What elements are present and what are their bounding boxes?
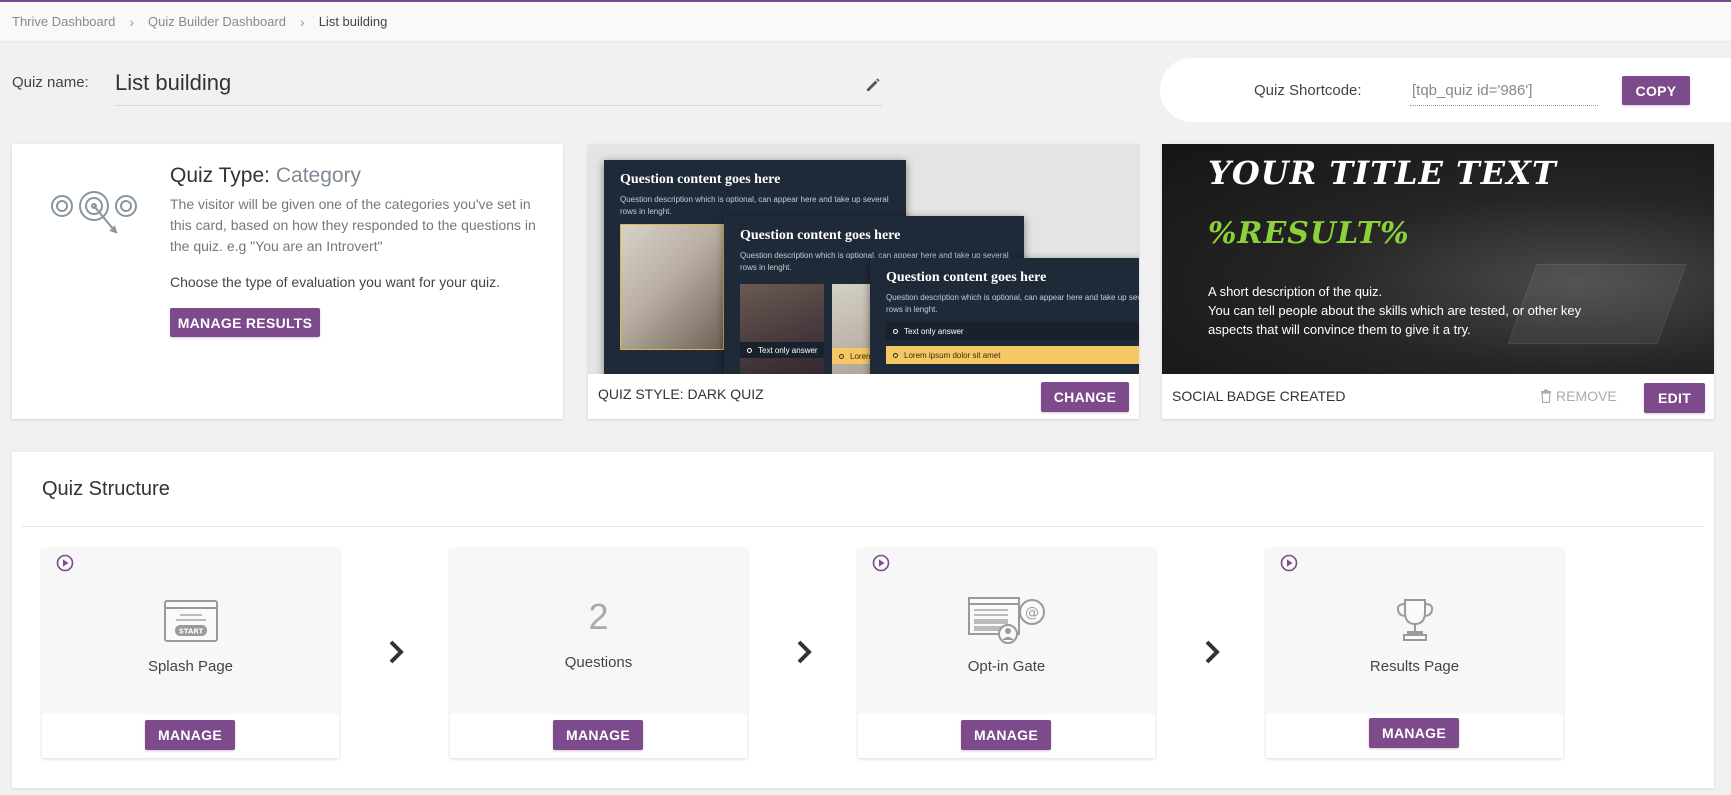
remove-label: REMOVE [1556, 388, 1617, 404]
structure-card-label: Opt-in Gate [967, 658, 1046, 675]
svg-text:START: START [178, 628, 203, 636]
quiz-preview-image [620, 224, 724, 350]
manage-questions-button[interactable]: MANAGE [553, 720, 643, 750]
social-badge-preview: YOUR TITLE TEXT %RESULT% A short descrip… [1162, 144, 1714, 374]
quiz-preview-question-title: Question content goes here [886, 270, 1047, 285]
quiz-preview-panel: Question content goes here Question desc… [870, 258, 1139, 374]
quiz-type-card: Quiz Type: Category The visitor will be … [12, 144, 563, 419]
breadcrumb-separator: › [129, 13, 134, 30]
quiz-name-field[interactable]: List building [115, 64, 882, 106]
optin-gate-icon: @ [967, 597, 1045, 644]
manage-splash-button[interactable]: MANAGE [145, 720, 235, 750]
breadcrumb-current: List building [318, 14, 388, 29]
quiz-preview-question-desc: Question description which is optional, … [886, 293, 1139, 314]
quiz-style-preview: Question content goes here Question desc… [588, 144, 1139, 374]
shortcode-label: Quiz Shortcode: [1254, 82, 1362, 99]
svg-text:@: @ [1025, 605, 1039, 621]
shortcode-panel: Quiz Shortcode: [tqb_quiz id='986'] COPY [1160, 58, 1731, 122]
quiz-style-label: QUIZ STYLE: DARK QUIZ [598, 386, 764, 402]
structure-card-optin: @ Opt-in Gate MANAGE [858, 548, 1155, 758]
questions-count: 2 [588, 596, 609, 637]
shortcode-field[interactable]: [tqb_quiz id='986'] [1410, 74, 1598, 106]
badge-description: A short description of the quiz. You can… [1208, 284, 1582, 337]
structure-card-questions: 2 Questions MANAGE [450, 548, 747, 758]
target-arrow-icon [51, 191, 137, 234]
divider [22, 526, 1704, 527]
quiz-preview-answer-selected: Lorem ipsum dolor sit amet [886, 346, 1139, 364]
breadcrumb: Thrive Dashboard › Quiz Builder Dashboar… [0, 2, 1731, 42]
badge-result-text: %RESULT% [1208, 216, 1410, 251]
chevron-right-icon [797, 640, 812, 664]
quiz-type-description: The visitor will be given one of the cat… [170, 196, 536, 254]
social-badge-card: YOUR TITLE TEXT %RESULT% A short descrip… [1162, 144, 1714, 419]
copy-shortcode-button[interactable]: COPY [1622, 76, 1690, 105]
breadcrumb-quiz-builder-dashboard[interactable]: Quiz Builder Dashboard [148, 14, 286, 29]
chevron-right-icon [1205, 640, 1220, 664]
structure-card-results: Results Page MANAGE [1266, 548, 1563, 758]
manage-results-button[interactable]: MANAGE RESULTS [170, 308, 320, 337]
structure-card-splash: START Splash Page MANAGE [42, 548, 339, 758]
quiz-type-title: Quiz Type: Category [170, 164, 361, 188]
quiz-preview-image [740, 284, 824, 374]
quiz-preview-answer: Text only answer [740, 342, 824, 358]
chevron-right-icon [389, 640, 404, 664]
remove-badge-button[interactable]: REMOVE [1540, 388, 1617, 404]
play-icon[interactable] [1280, 554, 1298, 572]
breadcrumb-separator: › [300, 13, 305, 30]
manage-results-page-button[interactable]: MANAGE [1369, 718, 1459, 748]
quiz-type-choose-text: Choose the type of evaluation you want f… [170, 274, 500, 290]
trash-icon [1541, 389, 1551, 403]
trophy-icon [1396, 599, 1433, 641]
structure-card-label: Splash Page [147, 658, 234, 675]
badge-title-text: YOUR TITLE TEXT [1208, 154, 1557, 192]
change-style-button[interactable]: CHANGE [1041, 382, 1129, 412]
quiz-style-card: Question content goes here Question desc… [588, 144, 1139, 419]
breadcrumb-thrive-dashboard[interactable]: Thrive Dashboard [12, 14, 115, 29]
quiz-preview-question-desc: Question description which is optional, … [620, 195, 889, 216]
quiz-name-value: List building [115, 70, 232, 95]
quiz-name-label: Quiz name: [12, 74, 89, 91]
pencil-icon[interactable] [864, 76, 882, 94]
social-badge-label: SOCIAL BADGE CREATED [1172, 388, 1346, 404]
quiz-structure-panel: Quiz Structure START Splash Page MANAGE … [12, 452, 1714, 788]
play-icon[interactable] [56, 554, 74, 572]
quiz-preview-answer: Text only answer [886, 322, 1139, 340]
quiz-preview-question-title: Question content goes here [620, 172, 781, 187]
quiz-type-category: Category [275, 164, 362, 187]
quiz-structure-title: Quiz Structure [42, 478, 170, 500]
edit-badge-button[interactable]: EDIT [1644, 383, 1705, 413]
manage-optin-button[interactable]: MANAGE [961, 720, 1051, 750]
structure-card-label: Results Page [1369, 658, 1460, 675]
play-icon[interactable] [872, 554, 890, 572]
splash-start-icon: START [163, 600, 218, 642]
quiz-preview-question-title: Question content goes here [740, 228, 901, 243]
quiz-type-prefix: Quiz Type: [170, 164, 270, 187]
structure-card-label: Questions [564, 654, 633, 671]
